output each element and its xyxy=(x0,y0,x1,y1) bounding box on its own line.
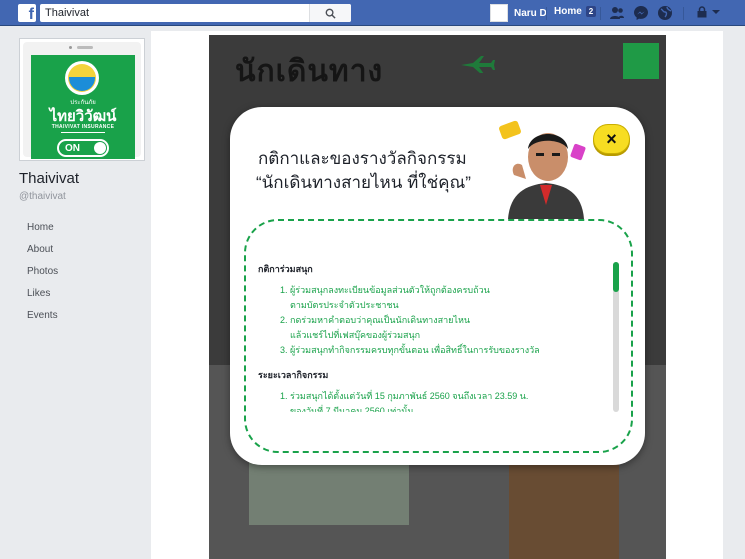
mascot-illustration-icon xyxy=(499,120,586,219)
facebook-logo-icon[interactable]: f xyxy=(18,4,36,22)
item-number xyxy=(280,298,290,313)
item-number xyxy=(280,328,290,343)
item-number: 3. xyxy=(280,345,288,355)
item-text: แล้วแชร์ไปที่เฟสบุ๊คของผู้ร่วมสนุก xyxy=(290,330,421,340)
divider xyxy=(546,7,547,20)
search-button[interactable] xyxy=(309,4,351,22)
list-item: แล้วแชร์ไปที่เฟสบุ๊คของผู้ร่วมสนุก xyxy=(280,328,612,343)
nav-item-about[interactable]: About xyxy=(27,242,58,264)
modal-title-line2: “นักเดินทางสายไหน ที่ใช่คุณ” xyxy=(256,173,471,192)
item-text: ผู้ร่วมสนุกลงทะเบียนข้อมูลส่วนตัวให้ถูกต… xyxy=(290,285,490,295)
page-title[interactable]: Thaivivat xyxy=(19,170,79,187)
messenger-icon[interactable] xyxy=(633,5,649,21)
on-toggle-graphic: ON xyxy=(57,139,109,157)
sun-logo-icon xyxy=(65,61,99,95)
rules-scroll-area[interactable]: กติการ่วมสนุก 1. ผู้ร่วมสนุกลงทะเบียนข้อม… xyxy=(258,262,612,412)
divider xyxy=(683,7,684,20)
chevron-down-icon[interactable] xyxy=(711,8,721,16)
item-text: ร่วมสนุกได้ตั้งแต่วันที่ 15 กุมภาพันธ์ 2… xyxy=(290,391,529,401)
item-text: กดร่วมหาคำตอบว่าคุณเป็นนักเดินทางสายไหน xyxy=(290,315,471,325)
friend-requests-icon[interactable] xyxy=(609,5,625,21)
toggle-label: ON xyxy=(65,142,80,154)
item-number xyxy=(280,404,290,412)
close-button[interactable]: × xyxy=(593,124,630,154)
scrollbar-thumb[interactable] xyxy=(613,262,619,292)
facebook-top-bar: f Naru D Home 2 xyxy=(0,0,745,26)
list-item: 1. ร่วมสนุกได้ตั้งแต่วันที่ 15 กุมภาพันธ์… xyxy=(280,389,612,404)
notifications-globe-icon[interactable] xyxy=(657,5,673,21)
thaivivat-logo: ประกันภัย ไทยวิวัฒน์ THAIVIVAT INSURANCE… xyxy=(31,55,135,159)
divider xyxy=(600,7,601,20)
page-profile-picture[interactable]: ประกันภัย ไทยวิวัฒน์ THAIVIVAT INSURANCE… xyxy=(19,38,145,161)
user-name: Naru D xyxy=(514,7,547,19)
home-count-badge: 2 xyxy=(585,6,597,17)
lock-icon xyxy=(697,6,707,18)
list-item: 3. ผู้ร่วมสนุกทำกิจกรรมครบทุกขั้นตอน เพื่… xyxy=(280,343,612,358)
toggle-knob-icon xyxy=(94,142,106,154)
item-number: 2. xyxy=(280,315,288,325)
privacy-shortcuts-button[interactable] xyxy=(696,6,721,18)
search-box xyxy=(40,4,351,22)
photo-logo-badge xyxy=(623,43,659,79)
nav-item-home[interactable]: Home xyxy=(27,220,58,242)
item-number: 1. xyxy=(280,285,288,295)
list-item: ของวันที่ 7 มีนาคม 2560 เท่านั้น xyxy=(280,404,612,412)
section-title-period: ระยะเวลากิจกรรม xyxy=(258,370,329,380)
search-input[interactable] xyxy=(40,5,309,21)
rules-modal: กติกาและของรางวัลกิจกรรม “นักเดินทางสายไ… xyxy=(230,107,645,465)
avatar xyxy=(490,4,508,22)
modal-title-line1: กติกาและของรางวัลกิจกรรม xyxy=(258,149,467,168)
nav-item-likes[interactable]: Likes xyxy=(27,286,58,308)
logo-divider xyxy=(61,132,105,133)
phone-frame: ประกันภัย ไทยวิวัฒน์ THAIVIVAT INSURANCE… xyxy=(23,42,141,159)
nav-item-events[interactable]: Events xyxy=(27,308,58,330)
page-handle[interactable]: @thaivivat xyxy=(19,191,66,202)
item-number: 1. xyxy=(280,391,288,401)
home-link[interactable]: Home 2 xyxy=(554,6,597,17)
list-item: 2. กดร่วมหาคำตอบว่าคุณเป็นนักเดินทางสายไห… xyxy=(280,313,612,328)
logo-english-text: THAIVIVAT INSURANCE xyxy=(51,124,115,130)
list-item: ตามบัตรประจำตัวประชาชน xyxy=(280,298,612,313)
home-label: Home xyxy=(554,6,582,17)
item-text: ผู้ร่วมสนุกทำกิจกรรมครบทุกขั้นตอน เพื่อส… xyxy=(290,345,540,355)
search-icon xyxy=(325,8,336,19)
phone-camera xyxy=(69,46,72,49)
airplane-icon xyxy=(461,56,495,73)
page-nav: Home About Photos Likes Events xyxy=(27,220,58,330)
profile-link[interactable]: Naru D xyxy=(490,4,547,22)
phone-speaker xyxy=(77,46,93,49)
item-text: ของวันที่ 7 มีนาคม 2560 เท่านั้น xyxy=(290,406,414,412)
item-text: ตามบัตรประจำตัวประชาชน xyxy=(290,300,399,310)
list-item: 1. ผู้ร่วมสนุกลงทะเบียนข้อมูลส่วนตัวให้ถู… xyxy=(280,283,612,298)
nav-item-photos[interactable]: Photos xyxy=(27,264,58,286)
section-title-rules: กติการ่วมสนุก xyxy=(258,264,313,274)
